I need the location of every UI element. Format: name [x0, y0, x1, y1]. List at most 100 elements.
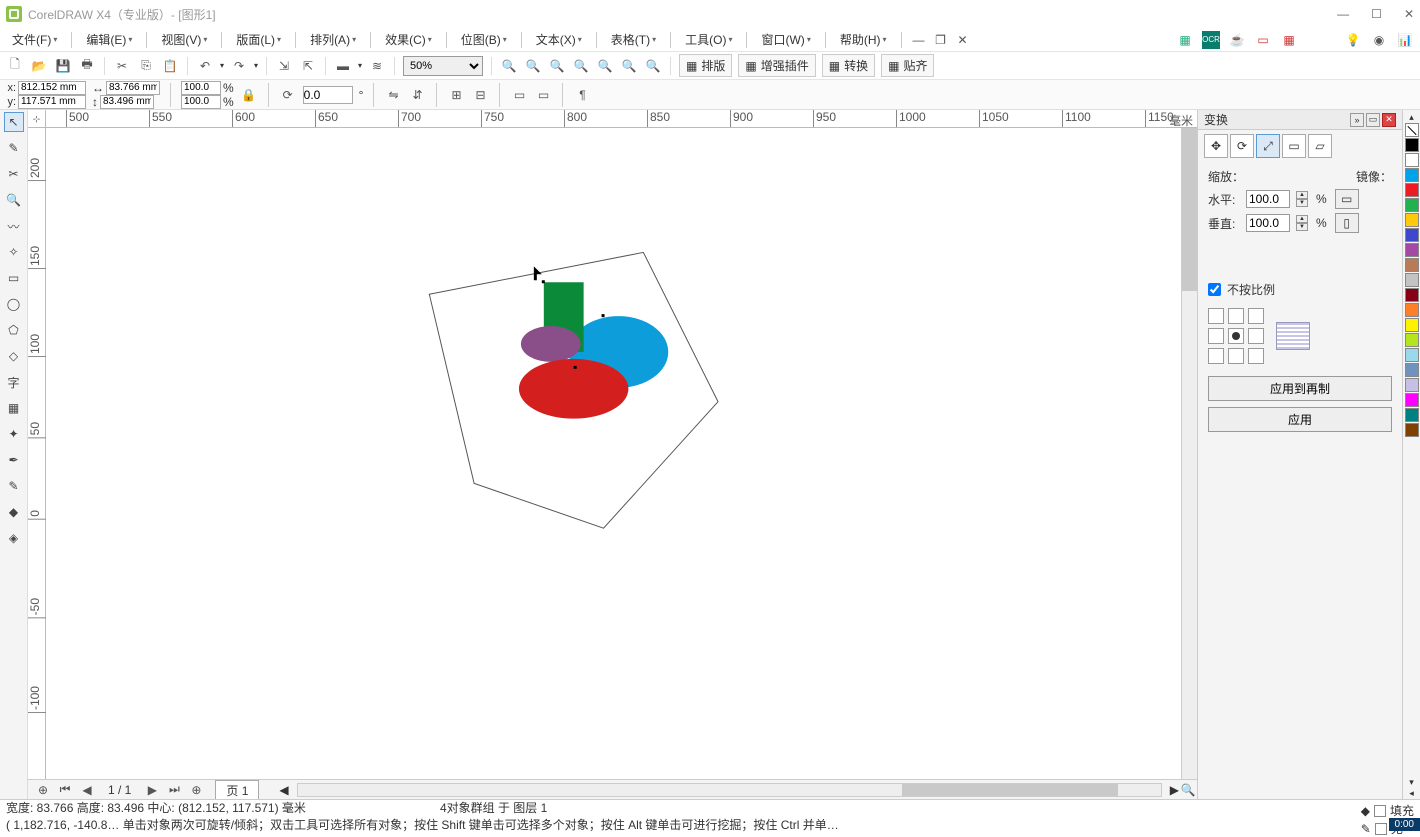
no-fill-swatch[interactable] — [1405, 123, 1419, 137]
menu-tools[interactable]: 工具(O)▾ — [679, 29, 738, 50]
new-icon[interactable]: 🗋 — [6, 57, 24, 75]
rect-tool[interactable]: ▭ — [4, 268, 24, 288]
eyedropper-tool[interactable]: ✒ — [4, 450, 24, 470]
text-tool[interactable]: 字 — [4, 372, 24, 392]
menu-bitmap[interactable]: 位图(B)▾ — [455, 29, 513, 50]
docker-close-icon[interactable]: ✕ — [1382, 113, 1396, 127]
palette-down-icon[interactable]: ▾ — [1409, 777, 1414, 788]
minimize-button[interactable]: — — [1337, 7, 1349, 21]
ungroup-icon[interactable]: ⊞ — [447, 86, 465, 104]
color-swatch[interactable] — [1405, 333, 1419, 347]
scaley-input[interactable] — [181, 95, 221, 109]
menu-edit[interactable]: 编辑(E)▾ — [80, 29, 138, 50]
mirror-v-icon[interactable]: ⇵ — [408, 86, 426, 104]
color-swatch[interactable] — [1405, 303, 1419, 317]
zoom-width-icon[interactable]: 🔍 — [620, 57, 638, 75]
pick-tool[interactable]: ↖ — [4, 112, 24, 132]
menu-layout[interactable]: 版面(L)▾ — [230, 29, 287, 50]
open-icon[interactable]: 📂 — [30, 57, 48, 75]
color-swatch[interactable] — [1405, 258, 1419, 272]
scale-v-input[interactable] — [1246, 214, 1290, 232]
apply-copy-button[interactable]: 应用到再制 — [1208, 376, 1392, 401]
screen-icon[interactable]: ▭ — [1254, 31, 1272, 49]
color-swatch[interactable] — [1405, 393, 1419, 407]
doc-min-icon[interactable]: — — [910, 31, 928, 49]
color-swatch[interactable] — [1405, 408, 1419, 422]
crop-tool[interactable]: ✂ — [4, 164, 24, 184]
color-swatch[interactable] — [1405, 138, 1419, 152]
redo-icon[interactable]: ↷ — [230, 57, 248, 75]
color-swatch[interactable] — [1405, 228, 1419, 242]
mirror-h-button[interactable]: ▭ — [1335, 189, 1359, 209]
zoom-height-icon[interactable]: 🔍 — [644, 57, 662, 75]
page-first-icon[interactable]: ⏮ — [56, 781, 74, 799]
to-back-icon[interactable]: ▭ — [534, 86, 552, 104]
page-next-icon[interactable]: ▶ — [143, 781, 161, 799]
menu-view[interactable]: 视图(V)▾ — [155, 29, 213, 50]
nav-zoom-icon[interactable]: 🔍 — [1179, 781, 1197, 799]
ellipse-tool[interactable]: ◯ — [4, 294, 24, 314]
basic-shapes-tool[interactable]: ◇ — [4, 346, 24, 366]
zoom-sel-icon[interactable]: 🔍 — [548, 57, 566, 75]
color-swatch[interactable] — [1405, 183, 1419, 197]
ruler-origin-icon[interactable]: ⊹ — [28, 110, 46, 128]
cut-icon[interactable]: ✂ — [113, 57, 131, 75]
page-last-icon[interactable]: ⏭ — [165, 781, 183, 799]
table-tool[interactable]: ▦ — [4, 398, 24, 418]
print-icon[interactable]: 🖶 — [78, 57, 96, 75]
tab-size[interactable]: ▭ — [1282, 134, 1306, 158]
docker-expand-icon[interactable]: » — [1350, 113, 1364, 127]
drawing-canvas[interactable] — [46, 128, 1181, 779]
docker-pin-icon[interactable]: ▭ — [1366, 113, 1380, 127]
nonprop-checkbox[interactable] — [1208, 283, 1221, 296]
zoom-all-icon[interactable]: 🔍 — [572, 57, 590, 75]
fill-tool[interactable]: ◆ — [4, 502, 24, 522]
fill-bucket-icon[interactable]: ▬ — [334, 57, 352, 75]
menu-text[interactable]: 文本(X)▾ — [530, 29, 588, 50]
import-icon[interactable]: ⇲ — [275, 57, 293, 75]
menu-help[interactable]: 帮助(H)▾ — [834, 29, 893, 50]
color-swatch[interactable] — [1405, 348, 1419, 362]
ocr-icon[interactable]: OCR — [1202, 31, 1220, 49]
menu-effects[interactable]: 效果(C)▾ — [379, 29, 438, 50]
menu-arrange[interactable]: 排列(A)▾ — [304, 29, 362, 50]
chart-icon[interactable]: 📊 — [1396, 31, 1414, 49]
tab-position[interactable]: ✥ — [1204, 134, 1228, 158]
y-input[interactable] — [18, 95, 86, 109]
w-input[interactable] — [106, 81, 160, 95]
mirror-h-icon[interactable]: ⇋ — [384, 86, 402, 104]
palette-up-icon[interactable]: ▴ — [1409, 112, 1414, 123]
zoom-tool[interactable]: 🔍 — [4, 190, 24, 210]
color-wheel-icon[interactable]: ◉ — [1370, 31, 1388, 49]
zoom-page-icon[interactable]: 🔍 — [596, 57, 614, 75]
color-swatch[interactable] — [1405, 378, 1419, 392]
close-button[interactable]: ✕ — [1404, 7, 1414, 21]
color-swatch[interactable] — [1405, 243, 1419, 257]
copy-icon[interactable]: ⎘ — [137, 57, 155, 75]
color-swatch[interactable] — [1405, 423, 1419, 437]
color-swatch[interactable] — [1405, 198, 1419, 212]
save-icon[interactable]: 💾 — [54, 57, 72, 75]
ungroup-all-icon[interactable]: ⊟ — [471, 86, 489, 104]
scale-h-input[interactable] — [1246, 190, 1290, 208]
corel-app-icon[interactable]: ▦ — [1176, 31, 1194, 49]
coffee-icon[interactable]: ☕ — [1228, 31, 1246, 49]
page-prev-icon[interactable]: ◀ — [78, 781, 96, 799]
paste-icon[interactable]: 📋 — [161, 57, 179, 75]
smart-tool[interactable]: ✧ — [4, 242, 24, 262]
undo-icon[interactable]: ↶ — [196, 57, 214, 75]
export-icon[interactable]: ⇱ — [299, 57, 317, 75]
color-swatch[interactable] — [1405, 213, 1419, 227]
shape-tool[interactable]: ✎ — [4, 138, 24, 158]
color-swatch[interactable] — [1405, 273, 1419, 287]
color-swatch[interactable] — [1405, 318, 1419, 332]
freehand-tool[interactable]: 〰 — [4, 216, 24, 236]
doc-restore-icon[interactable]: ❐ — [932, 31, 950, 49]
menu-table[interactable]: 表格(T)▾ — [605, 29, 662, 50]
tab-rotate[interactable]: ⟳ — [1230, 134, 1254, 158]
color-swatch[interactable] — [1405, 288, 1419, 302]
maximize-button[interactable]: ☐ — [1371, 7, 1382, 21]
color-swatch[interactable] — [1405, 153, 1419, 167]
tab-scale[interactable]: ⤢ — [1256, 134, 1280, 158]
to-front-icon[interactable]: ▭ — [510, 86, 528, 104]
